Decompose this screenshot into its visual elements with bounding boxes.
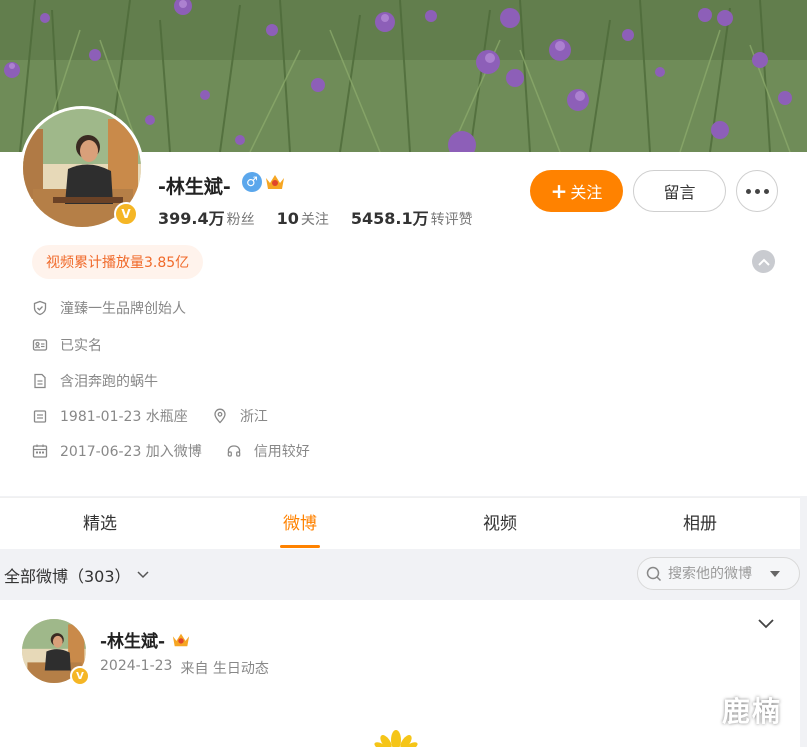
more-dot-icon bbox=[763, 188, 769, 194]
profile-stats: 399.4万 粉丝 10 关注 5458.1万 转评赞 bbox=[158, 205, 473, 229]
follow-button[interactable]: + 关注 bbox=[530, 170, 623, 212]
stat-following[interactable]: 10 关注 bbox=[277, 209, 329, 229]
info-bio: 含泪奔跑的蜗牛 bbox=[32, 371, 158, 391]
chevron-up-icon bbox=[757, 258, 770, 266]
verified-badge-icon: V bbox=[114, 202, 138, 226]
tab-video[interactable]: 视频 bbox=[400, 498, 600, 550]
profile-tabs: 精选 微博 视频 相册 bbox=[0, 497, 800, 549]
caret-down-icon[interactable] bbox=[770, 570, 780, 577]
chevron-down-icon bbox=[137, 571, 149, 579]
weibo-filter-dropdown[interactable]: 全部微博（303） bbox=[4, 563, 149, 587]
tab-weibo[interactable]: 微博 bbox=[200, 498, 400, 550]
message-button[interactable]: 留言 bbox=[633, 170, 726, 212]
post-author[interactable]: -林生斌- bbox=[100, 627, 191, 652]
collapse-toggle[interactable] bbox=[752, 250, 775, 273]
plus-icon: + bbox=[550, 179, 568, 203]
post-date[interactable]: 2024-1-23 bbox=[100, 658, 172, 678]
info-birthday: 1981-01-23 水瓶座 浙江 bbox=[32, 406, 268, 426]
post-meta: 2024-1-23 来自 生日动态 bbox=[100, 658, 269, 678]
filter-label: 全部微博（303） bbox=[4, 567, 131, 586]
post-source: 来自 生日动态 bbox=[180, 661, 269, 677]
verified-badge-icon: V bbox=[70, 666, 90, 686]
more-dot-icon bbox=[745, 188, 751, 194]
location-pin-icon bbox=[212, 408, 228, 424]
info-realname: 已实名 bbox=[32, 335, 102, 355]
watermark-text: 鹿楠 bbox=[722, 695, 783, 728]
shield-icon bbox=[32, 300, 48, 316]
tab-featured[interactable]: 精选 bbox=[0, 498, 200, 550]
chevron-down-icon[interactable] bbox=[757, 616, 775, 630]
more-options-button[interactable] bbox=[736, 170, 778, 212]
active-tab-indicator bbox=[280, 545, 320, 548]
info-brand: 潼臻一生品牌创始人 bbox=[32, 298, 186, 318]
cake-icon bbox=[32, 408, 48, 424]
more-dot-icon bbox=[754, 188, 760, 194]
stat-followers[interactable]: 399.4万 粉丝 bbox=[158, 205, 255, 229]
crown-icon bbox=[266, 175, 284, 189]
crown-icon bbox=[172, 633, 190, 647]
weibo-search-box bbox=[637, 557, 800, 590]
profile-name: -林生斌- bbox=[158, 176, 231, 198]
credit-icon bbox=[226, 443, 242, 459]
stat-reposts: 5458.1万 转评赞 bbox=[350, 209, 473, 228]
tab-album[interactable]: 相册 bbox=[600, 498, 800, 550]
calendar-icon bbox=[32, 443, 48, 459]
search-icon bbox=[646, 566, 662, 581]
id-card-icon bbox=[32, 337, 48, 353]
document-icon bbox=[32, 373, 48, 389]
male-icon: ♂ bbox=[242, 172, 262, 192]
info-joined: 2017-06-23 加入微博 信用较好 bbox=[32, 441, 310, 461]
sunflower-image bbox=[374, 730, 418, 747]
follow-label: 关注 bbox=[570, 183, 603, 202]
weibo-search-input[interactable] bbox=[668, 565, 764, 582]
play-count-badge: 视频累计播放量3.85亿 bbox=[32, 245, 204, 279]
